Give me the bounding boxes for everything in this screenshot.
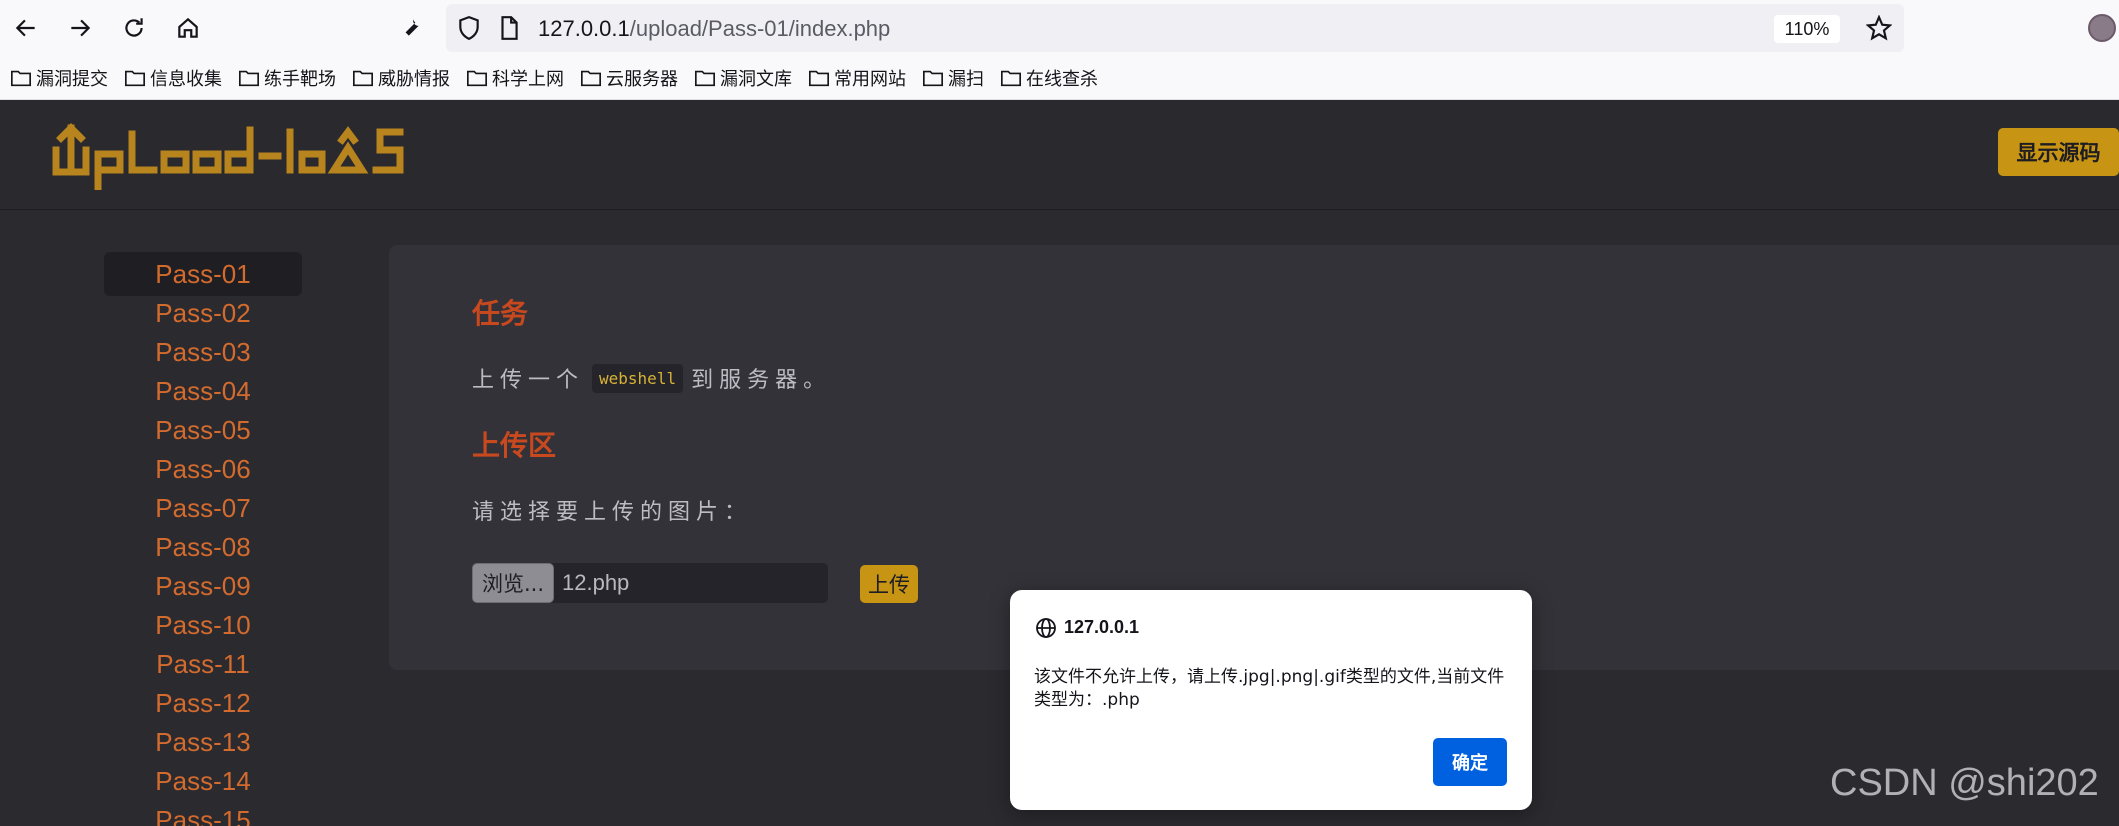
upload-labs-logo-icon [52,123,404,192]
folder-icon [467,70,487,86]
bookmark-item[interactable]: 常用网站 [808,63,906,93]
browser-toolbar: 127.0.0.1/upload/Pass-01/index.php 110% [0,0,2119,56]
bookmark-item[interactable]: 威胁情报 [352,63,450,93]
sidebar-item-pass-13[interactable]: Pass-13 [104,720,302,764]
sidebar-item-pass-07[interactable]: Pass-07 [104,486,302,530]
choose-file-label: 请选择要上传的图片： [472,500,753,525]
sidebar-item-pass-09[interactable]: Pass-09 [104,564,302,608]
browse-button[interactable]: 浏览... [472,563,554,603]
sidebar-item-pass-01[interactable]: Pass-01 [104,252,302,296]
watermark: CSDN @shi202 [1830,762,2099,804]
bookmark-label: 科学上网 [492,68,564,90]
bookmark-label: 漏洞文库 [720,68,792,90]
bookmark-item[interactable]: 漏扫 [922,63,984,93]
bookmark-item[interactable]: 信息收集 [124,63,222,93]
bookmark-label: 在线查杀 [1026,68,1098,90]
bookmark-label: 常用网站 [834,68,906,90]
shield-icon[interactable] [456,15,482,41]
sidebar-item-pass-12[interactable]: Pass-12 [104,681,302,725]
bookmark-item[interactable]: 漏洞提交 [10,63,108,93]
back-button[interactable] [8,10,44,46]
task-suffix: 到服务器。 [691,368,832,393]
url-text[interactable]: 127.0.0.1/upload/Pass-01/index.php [538,16,890,42]
forward-button[interactable] [62,10,98,46]
task-code: webshell [592,363,684,393]
reload-icon [125,18,143,37]
zoom-badge[interactable]: 110% [1774,15,1840,43]
sidebar-item-pass-05[interactable]: Pass-05 [104,408,302,452]
bookmark-item[interactable]: 云服务器 [580,63,678,93]
bookmark-label: 练手靶场 [264,68,336,90]
folder-icon [353,70,373,86]
forward-arrow-icon [71,19,91,37]
bookmark-item[interactable]: 练手靶场 [238,63,336,93]
sidebar-item-pass-14[interactable]: Pass-14 [104,759,302,803]
bookmark-label: 信息收集 [150,68,222,90]
bookmarks-bar: 漏洞提交 信息收集 练手靶场 威胁情报 科学上网 云服务器 漏洞文库 常用网站 漏扫 在线查杀 [0,56,2119,100]
sidebar-item-pass-03[interactable]: Pass-03 [104,330,302,374]
upload-heading: 上传区 [472,429,557,462]
show-source-button[interactable]: 显示源码 [1998,128,2119,176]
task-prefix: 上传一个 [472,368,585,393]
sidebar-item-pass-06[interactable]: Pass-06 [104,447,302,491]
folder-icon [923,70,943,86]
sidebar-item-pass-11[interactable]: Pass-11 [104,642,302,686]
task-description: 上传一个 webshell 到服务器。 [472,362,831,394]
sidebar-item-pass-08[interactable]: Pass-08 [104,525,302,569]
reload-button[interactable] [116,10,152,46]
sidebar-item-pass-04[interactable]: Pass-04 [104,369,302,413]
dialog-message: 该文件不允许上传，请上传.jpg|.png|.gif类型的文件,当前文件类型为：… [1034,667,1505,710]
home-button[interactable] [170,10,206,46]
logo [50,120,430,194]
devtools-button[interactable] [393,10,429,46]
bookmark-label: 云服务器 [606,68,678,90]
upload-button[interactable]: 上传 [860,565,918,603]
dialog-title: 127.0.0.1 [1064,617,1140,637]
globe-icon [1036,618,1056,638]
bookmark-label: 漏洞提交 [36,68,108,90]
folder-icon [1001,70,1021,86]
sidebar-item-pass-02[interactable]: Pass-02 [104,291,302,335]
star-icon[interactable] [1866,15,1892,41]
folder-icon [695,70,715,86]
folder-icon [125,70,145,86]
folder-icon [239,70,259,86]
sidebar-item-pass-10[interactable]: Pass-10 [104,603,302,647]
bookmark-item[interactable]: 在线查杀 [1000,63,1098,93]
bookmark-label: 漏扫 [948,68,984,90]
ok-button[interactable]: 确定 [1433,738,1507,786]
url-path: /upload/Pass-01/index.php [629,16,891,41]
folder-icon [809,70,829,86]
page-info-icon[interactable] [496,15,522,41]
sidebar-item-pass-15[interactable]: Pass-15 [104,798,302,826]
wrench-icon [405,19,419,36]
back-arrow-icon [15,19,35,37]
home-icon [178,17,198,38]
profile-avatar[interactable] [2088,14,2116,42]
bookmark-label: 威胁情报 [378,68,450,90]
folder-icon [581,70,601,86]
bookmark-item[interactable]: 漏洞文库 [694,63,792,93]
alert-dialog: 127.0.0.1 该文件不允许上传，请上传.jpg|.png|.gif类型的文… [1010,590,1532,810]
url-host: 127.0.0.1 [538,16,630,41]
task-heading: 任务 [472,297,529,330]
folder-icon [11,70,31,86]
selected-file-name: 12.php [562,570,630,595]
address-bar[interactable]: 127.0.0.1/upload/Pass-01/index.php 110% [446,4,1904,52]
bookmark-item[interactable]: 科学上网 [466,63,564,93]
